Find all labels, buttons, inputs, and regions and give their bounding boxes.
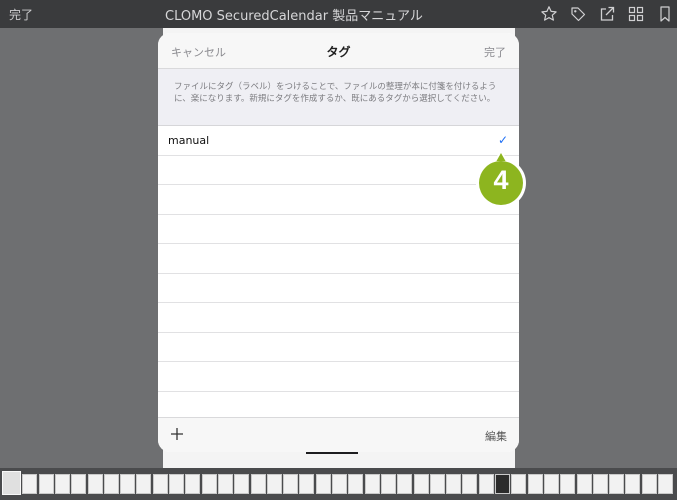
page-thumbnail[interactable] [462, 474, 478, 494]
tag-row[interactable] [158, 362, 519, 392]
top-done-button[interactable]: 完了 [9, 6, 33, 23]
page-thumbnail[interactable] [299, 474, 315, 494]
page-thumbnail-strip[interactable] [0, 468, 677, 500]
page-thumbnail[interactable] [527, 474, 543, 494]
plus-icon [171, 428, 183, 440]
description-text: ファイルにタグ（ラベル）をつけることで、ファイルの整理が本に付箋を付けるように、… [174, 82, 497, 104]
tag-row[interactable] [158, 333, 519, 362]
page-thumbnail[interactable] [658, 474, 673, 494]
tag-row[interactable]: manual ✓ [158, 126, 519, 156]
page-thumbnail[interactable] [413, 474, 429, 494]
page-thumbnail[interactable] [478, 474, 494, 494]
page-thumbnail[interactable] [348, 474, 364, 494]
page-thumbnail[interactable] [38, 474, 54, 494]
top-toolbar: 完了 CLOMO SecuredCalendar 製品マニュアル [0, 0, 677, 28]
page-thumbnail[interactable] [315, 474, 331, 494]
page-thumbnail[interactable] [495, 474, 510, 494]
page-thumbnail[interactable] [120, 474, 136, 494]
grid-icon[interactable] [627, 5, 645, 23]
page-thumbnail[interactable] [364, 474, 380, 494]
page-thumbnail[interactable] [152, 474, 168, 494]
page-thumbnail[interactable] [250, 474, 266, 494]
tag-row[interactable] [158, 274, 519, 303]
done-button[interactable]: 完了 [484, 44, 506, 60]
add-tag-button[interactable] [168, 425, 186, 443]
star-icon[interactable] [540, 5, 558, 23]
page-thumbnail[interactable] [625, 474, 641, 494]
page-thumbnail[interactable] [71, 474, 87, 494]
page-thumbnail[interactable] [543, 474, 559, 494]
page-thumbnail[interactable] [576, 474, 592, 494]
page-thumbnail[interactable] [103, 474, 119, 494]
page-thumbnail[interactable] [592, 474, 608, 494]
edit-button[interactable]: 編集 [485, 428, 507, 444]
page-thumbnail[interactable] [560, 474, 576, 494]
page-thumbnail[interactable] [87, 474, 103, 494]
tag-dialog: キャンセル タグ 完了 ファイルにタグ（ラベル）をつけることで、ファイルの整理が… [158, 33, 519, 452]
tag-list: manual ✓ [158, 126, 519, 421]
dialog-header: キャンセル タグ 完了 [158, 33, 519, 69]
document-title: CLOMO SecuredCalendar 製品マニュアル [165, 9, 423, 24]
step-number: 4 [493, 165, 509, 195]
description-box: ファイルにタグ（ラベル）をつけることで、ファイルの整理が本に付箋を付けるように、… [158, 69, 519, 126]
tag-row[interactable] [158, 244, 519, 274]
dialog-footer: 編集 [158, 417, 519, 452]
tag-row[interactable] [158, 215, 519, 244]
page-thumbnail[interactable] [641, 474, 657, 494]
tag-label: manual [168, 134, 210, 147]
checkmark-icon: ✓ [497, 133, 508, 147]
tag-row[interactable] [158, 185, 519, 215]
tag-icon[interactable] [569, 5, 587, 23]
tag-row[interactable] [158, 156, 519, 185]
page-thumbnail[interactable] [332, 474, 347, 494]
page-thumbnail[interactable] [2, 471, 21, 495]
page-thumbnail[interactable] [169, 474, 184, 494]
tag-row[interactable] [158, 303, 519, 333]
page-thumbnail[interactable] [397, 474, 413, 494]
page-thumbnail[interactable] [185, 474, 201, 494]
page-thumbnail[interactable] [429, 474, 445, 494]
page-thumbnail[interactable] [609, 474, 625, 494]
step-callout: 4 [474, 148, 528, 210]
page-thumbnail[interactable] [217, 474, 233, 494]
page-thumbnail[interactable] [446, 474, 462, 494]
page-thumbnail[interactable] [266, 474, 282, 494]
page-thumbnail[interactable] [234, 474, 250, 494]
page-thumbnail[interactable] [54, 474, 70, 494]
page-thumbnail[interactable] [136, 474, 152, 494]
page-thumbnail[interactable] [22, 474, 38, 494]
dialog-title: タグ [326, 45, 351, 59]
page-thumbnail[interactable] [201, 474, 217, 494]
page-thumbnail[interactable] [511, 474, 527, 494]
page-thumbnail[interactable] [380, 474, 396, 494]
page-thumbnail[interactable] [283, 474, 299, 494]
share-icon[interactable] [598, 5, 616, 23]
bookmark-icon[interactable] [656, 5, 674, 23]
